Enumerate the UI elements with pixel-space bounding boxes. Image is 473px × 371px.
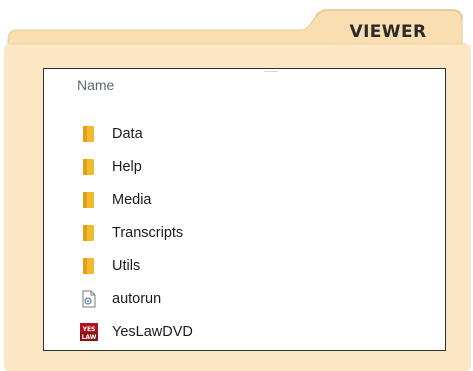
yeslaw-app-icon: YES LAW	[80, 322, 98, 341]
list-item-autorun[interactable]: autorun	[80, 282, 193, 315]
folder-icon	[80, 191, 98, 209]
list-item-yeslawdvd[interactable]: YES LAW YesLawDVD	[80, 315, 193, 348]
folder-icon	[80, 257, 98, 275]
list-item-data[interactable]: Data	[80, 117, 193, 150]
folder-icon	[80, 125, 98, 143]
item-label: Transcripts	[112, 224, 184, 241]
list-item-help[interactable]: Help	[80, 150, 193, 183]
file-list: Data Help Media Transcripts Utils autoru…	[80, 117, 193, 348]
viewer-tab-title: VIEWER	[349, 22, 427, 42]
name-column-header[interactable]: Name	[77, 77, 114, 93]
svg-text:YES: YES	[82, 326, 96, 333]
folder-icon	[80, 224, 98, 242]
item-label: Data	[112, 125, 143, 142]
folder-icon	[80, 158, 98, 176]
item-label: Media	[112, 191, 152, 208]
item-label: Utils	[112, 257, 141, 274]
viewer-folder: VIEWER Name Data Help Media Transcripts	[0, 0, 473, 371]
list-item-utils[interactable]: Utils	[80, 249, 193, 282]
list-item-transcripts[interactable]: Transcripts	[80, 216, 193, 249]
file-list-panel: Name Data Help Media Transcripts Utils a…	[43, 68, 446, 351]
setup-file-icon	[80, 290, 98, 308]
column-divider	[264, 71, 278, 72]
svg-text:LAW: LAW	[82, 334, 97, 341]
item-label: autorun	[112, 290, 162, 307]
item-label: Help	[112, 158, 142, 175]
item-label: YesLawDVD	[112, 323, 193, 340]
list-item-media[interactable]: Media	[80, 183, 193, 216]
